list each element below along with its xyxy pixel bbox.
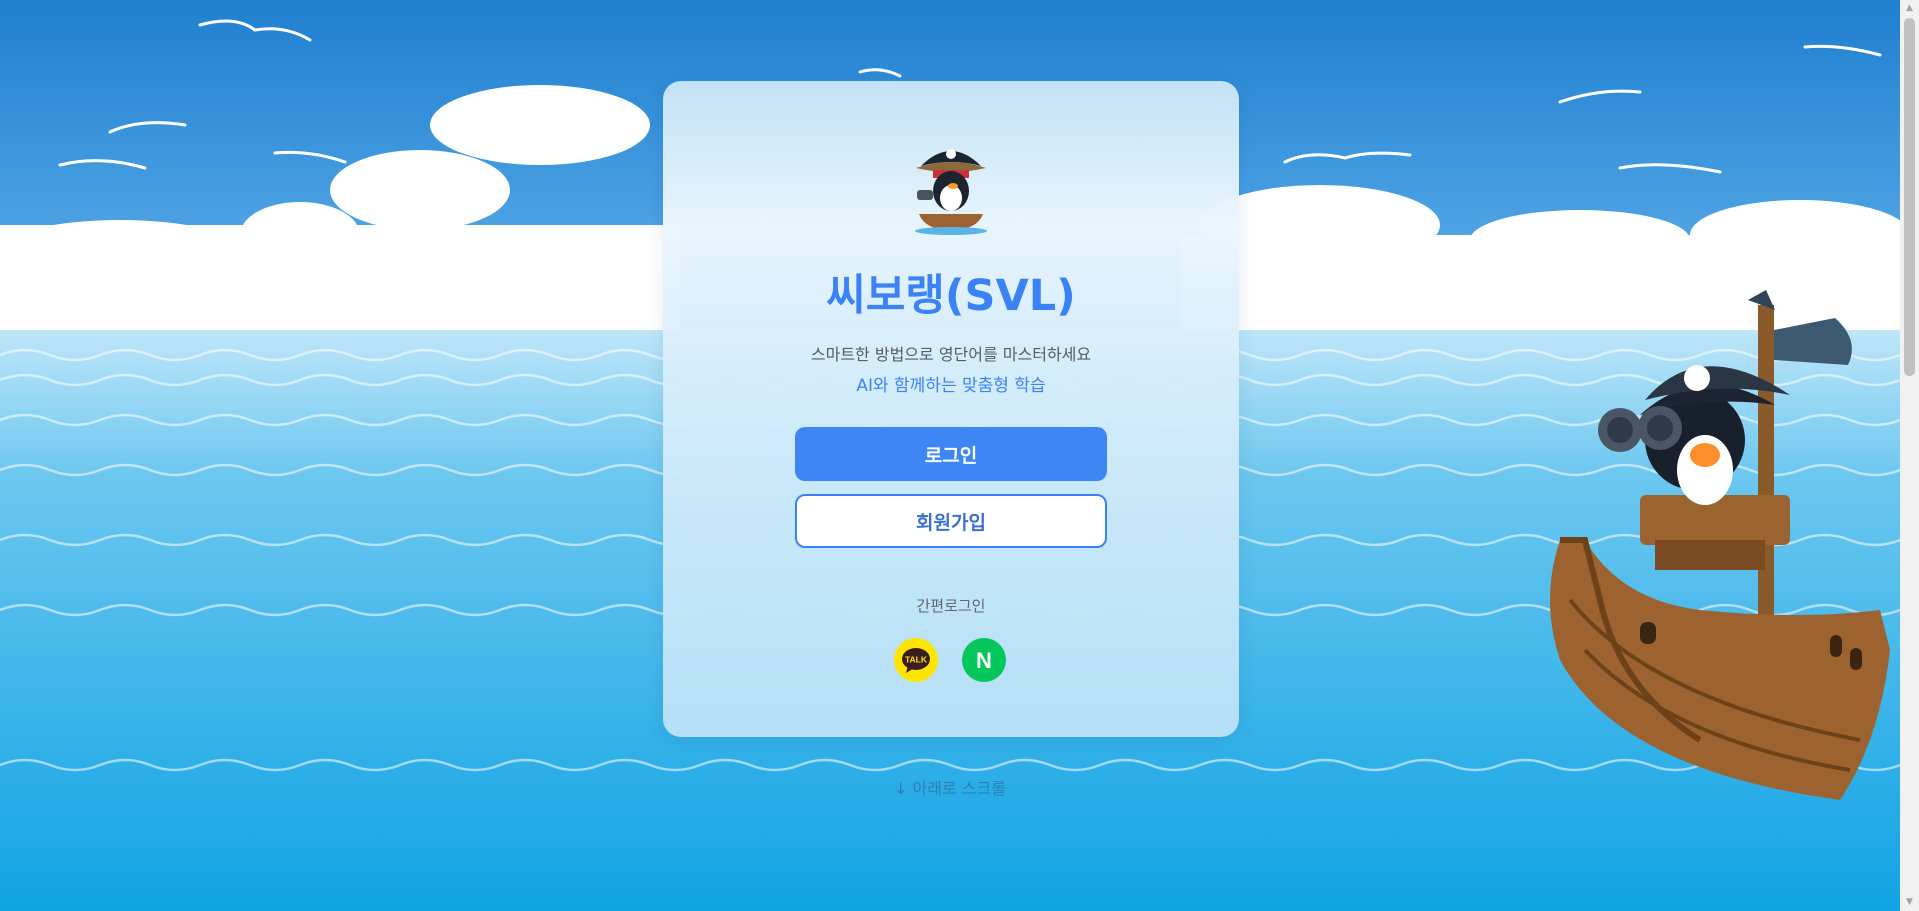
scroll-up-arrow-icon[interactable]: ▲ (1900, 0, 1919, 17)
kakao-login-button[interactable]: TALK (894, 638, 938, 682)
naver-text: N (976, 648, 992, 673)
naver-login-button[interactable]: N (962, 638, 1006, 682)
login-button[interactable]: 로그인 (795, 427, 1107, 481)
app-subtitle: 스마트한 방법으로 영단어를 마스터하세요 (810, 345, 1092, 364)
app-title: 씨보랭(SVL) (826, 271, 1076, 321)
page-scrollbar[interactable]: ▲ ▼ (1900, 0, 1919, 911)
scrollbar-thumb[interactable] (1904, 18, 1915, 376)
page-viewport: 씨보랭(SVL) 스마트한 방법으로 영단어를 마스터하세요 AI와 함께하는 … (0, 0, 1900, 911)
naver-icon: N (976, 648, 992, 673)
scroll-hint: ↓ 아래로 스크롤 (894, 779, 1006, 798)
scroll-down-arrow-icon[interactable]: ▼ (1900, 894, 1919, 911)
kakao-talk-icon: TALK (902, 648, 930, 673)
pirate-penguin-in-boat-icon (915, 149, 987, 235)
kakao-talk-text: TALK (905, 655, 928, 665)
login-card: 씨보랭(SVL) 스마트한 방법으로 영단어를 마스터하세요 AI와 함께하는 … (663, 81, 1239, 737)
signup-button[interactable]: 회원가입 (795, 494, 1107, 548)
app-tagline: AI와 함께하는 맞춤형 학습 (856, 376, 1046, 396)
easy-login-label: 간편로그인 (916, 597, 986, 615)
